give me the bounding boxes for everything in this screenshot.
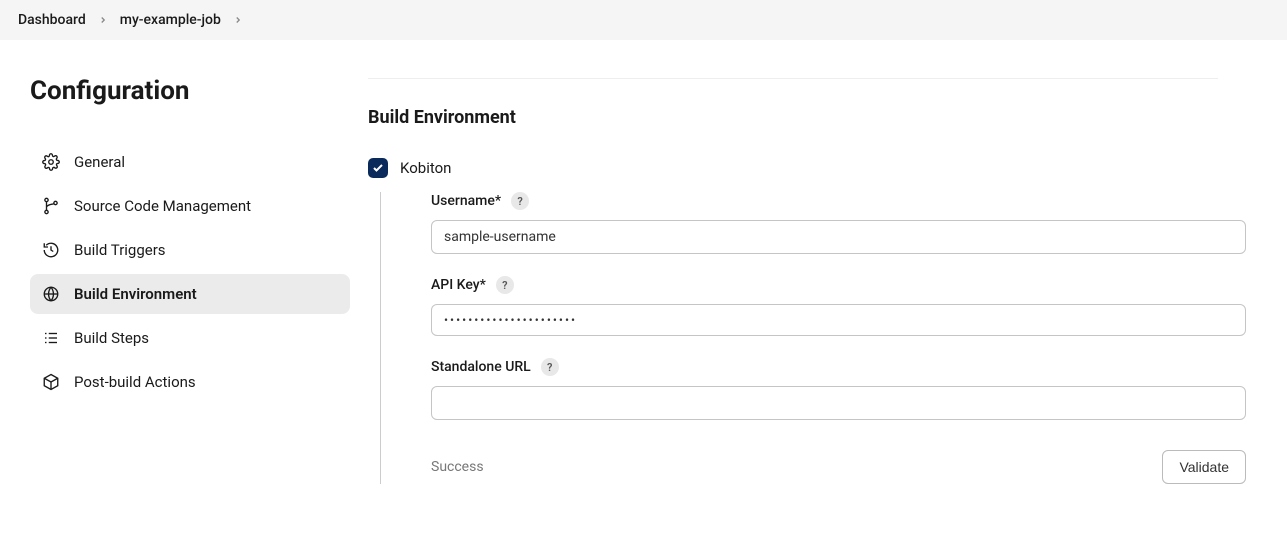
gear-icon xyxy=(42,153,60,171)
globe-icon xyxy=(42,285,60,303)
sidebar-item-label: General xyxy=(74,153,125,171)
list-icon xyxy=(42,329,60,347)
chevron-right-icon xyxy=(98,15,108,25)
kobiton-checkbox[interactable] xyxy=(368,158,388,178)
standalone-url-input[interactable] xyxy=(431,386,1246,420)
apikey-input[interactable] xyxy=(431,304,1246,336)
sidebar-item-label: Build Environment xyxy=(74,285,197,303)
sidebar-item-build-steps[interactable]: Build Steps xyxy=(30,318,350,358)
sidebar-item-build-triggers[interactable]: Build Triggers xyxy=(30,230,350,270)
page-title: Configuration xyxy=(30,76,350,106)
section-title: Build Environment xyxy=(368,107,1269,128)
apikey-label: API Key* xyxy=(431,277,486,293)
sidebar-item-source-code[interactable]: Source Code Management xyxy=(30,186,350,226)
status-text: Success xyxy=(431,459,484,475)
breadcrumb-dashboard[interactable]: Dashboard xyxy=(18,12,86,28)
username-label: Username* xyxy=(431,193,501,209)
standalone-url-label: Standalone URL xyxy=(431,359,531,375)
help-icon[interactable]: ? xyxy=(496,276,514,294)
branch-icon xyxy=(42,197,60,215)
standalone-url-field-group: Standalone URL ? xyxy=(431,358,1269,420)
sidebar: Configuration General Source Code Manage… xyxy=(0,40,368,502)
sidebar-item-label: Source Code Management xyxy=(74,197,251,215)
apikey-field-group: API Key* ? xyxy=(431,276,1269,336)
username-input[interactable] xyxy=(431,220,1246,254)
breadcrumb: Dashboard my-example-job xyxy=(0,0,1287,40)
divider xyxy=(368,78,1218,79)
chevron-right-icon xyxy=(233,15,243,25)
box-icon xyxy=(42,373,60,391)
validate-button[interactable]: Validate xyxy=(1162,450,1246,484)
kobiton-checkbox-label: Kobiton xyxy=(400,159,451,177)
username-field-group: Username* ? xyxy=(431,192,1269,254)
sidebar-item-post-build[interactable]: Post-build Actions xyxy=(30,362,350,402)
clock-icon xyxy=(42,241,60,259)
main-content: Build Environment Kobiton Username* ? A xyxy=(368,40,1287,502)
help-icon[interactable]: ? xyxy=(511,192,529,210)
sidebar-item-general[interactable]: General xyxy=(30,142,350,182)
sidebar-item-label: Build Triggers xyxy=(74,241,166,259)
breadcrumb-job[interactable]: my-example-job xyxy=(120,12,221,28)
help-icon[interactable]: ? xyxy=(541,358,559,376)
sidebar-item-build-environment[interactable]: Build Environment xyxy=(30,274,350,314)
sidebar-item-label: Build Steps xyxy=(74,329,149,347)
sidebar-item-label: Post-build Actions xyxy=(74,373,196,391)
